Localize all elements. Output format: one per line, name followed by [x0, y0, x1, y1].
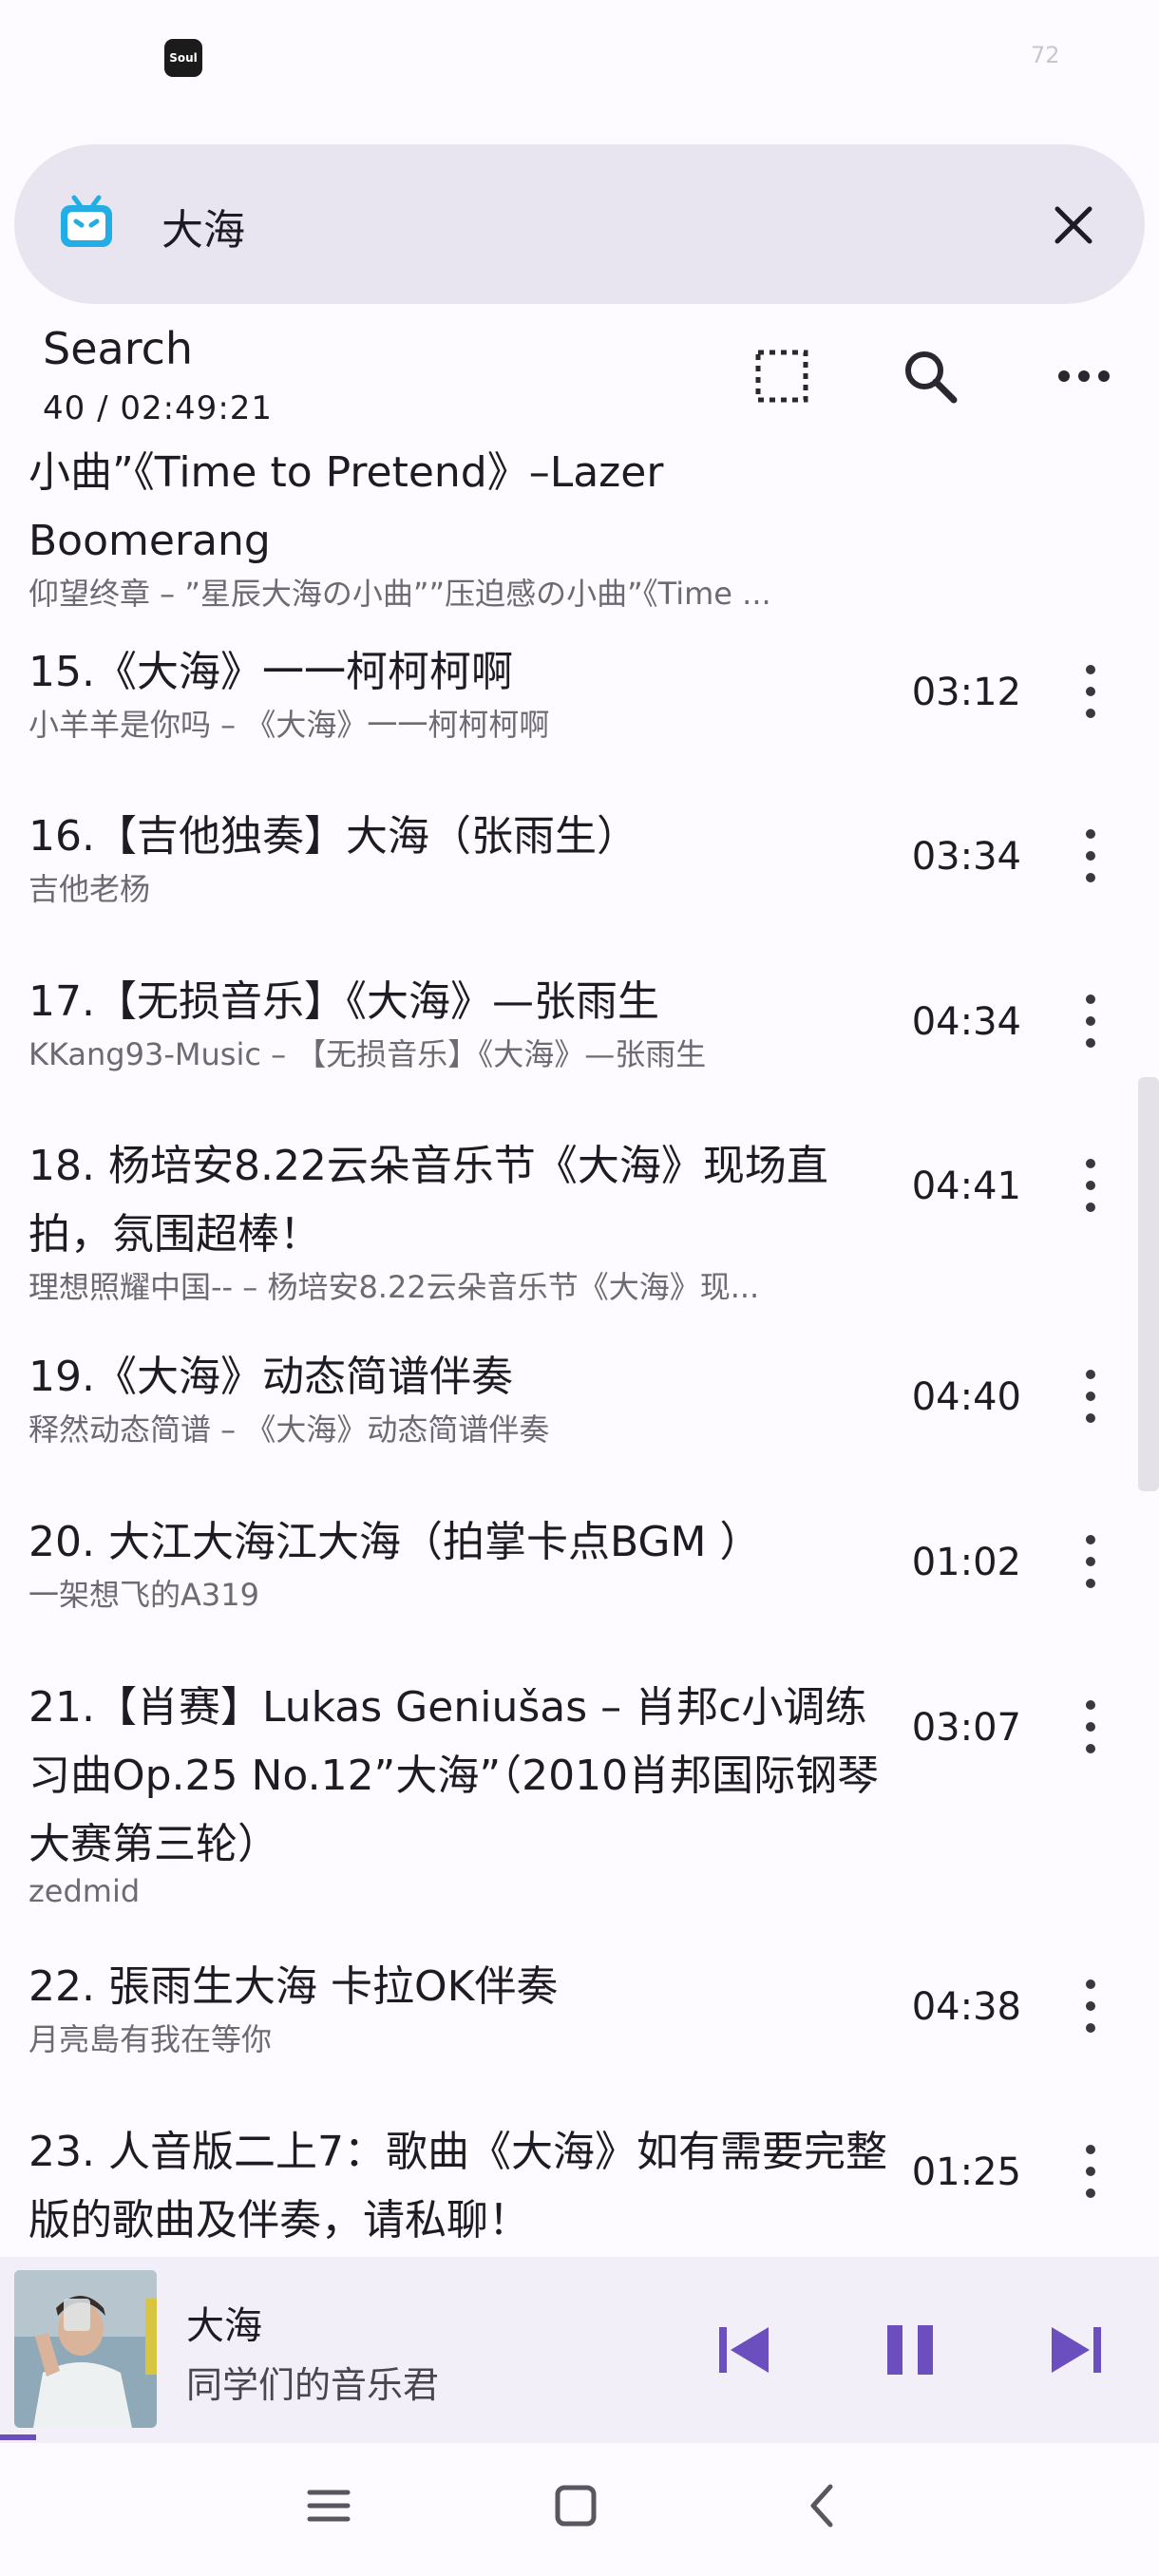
result-count-duration: 40 / 02:49:21	[43, 389, 274, 427]
list-item[interactable]: 19.《大海》动态简谱伴奏 释然动态简谱 – 《大海》动态简谱伴奏 04:40	[0, 1343, 1159, 1495]
item-more-icon[interactable]	[1074, 2145, 1108, 2198]
item-subtitle: 理想照耀中国-- – 杨培安8.22云朵音乐节《大海》现...	[28, 1269, 760, 1305]
list-item[interactable]: 21.【肖赛】Lukas Geniušas – 肖邦c小调练习曲Op.25 No…	[0, 1674, 1159, 1940]
list-item[interactable]: 小曲”《Time to Pretend》–Lazer Boomerang 仰望终…	[0, 439, 1159, 619]
battery-level: 72	[1031, 42, 1060, 68]
item-more-icon[interactable]	[1074, 1700, 1108, 1753]
item-title: 22. 張雨生大海 卡拉OK伴奏	[28, 1962, 559, 2011]
item-title: 19.《大海》动态简谱伴奏	[28, 1353, 513, 1401]
item-title: 18. 杨培安8.22云朵音乐节《大海》现场直拍，氛围超棒！	[28, 1142, 828, 1259]
list-item[interactable]: 20. 大江大海江大海（拍掌卡点BGM ） 一架想飞的A319 01:02	[0, 1508, 1159, 1660]
status-bar: Soul 72	[0, 0, 1159, 114]
item-duration: 03:07	[911, 1706, 1021, 1750]
item-subtitle: KKang93-Music – 【无损音乐】《大海》—张雨生	[28, 1036, 707, 1072]
system-nav-bar	[0, 2443, 1159, 2576]
item-subtitle: 一架想飞的A319	[28, 1577, 259, 1613]
bilibili-icon	[61, 195, 112, 247]
list-item[interactable]: 23. 人音版二上7：歌曲《大海》如有需要完整版的歌曲及伴奏，请私聊！ 01:2…	[0, 2118, 1159, 2257]
more-options-icon[interactable]	[1054, 347, 1113, 406]
skip-next-icon[interactable]	[1038, 2312, 1114, 2388]
item-more-icon[interactable]	[1074, 1370, 1108, 1423]
search-bar[interactable]: 大海	[14, 144, 1145, 304]
item-subtitle: 仰望终章 – ”星辰大海の小曲””压迫感の小曲”《Time ...	[28, 576, 771, 612]
page-title: Search	[43, 323, 194, 374]
now-playing-artist: 同学们的音乐君	[186, 2364, 440, 2406]
close-icon[interactable]	[1050, 201, 1097, 249]
item-subtitle: 吉他老杨	[28, 871, 151, 907]
scrollbar[interactable]	[1138, 1077, 1159, 1491]
item-subtitle: 释然动态简谱 – 《大海》动态简谱伴奏	[28, 1411, 550, 1448]
item-duration: 04:40	[911, 1375, 1021, 1419]
item-title: 23. 人音版二上7：歌曲《大海》如有需要完整版的歌曲及伴奏，请私聊！	[28, 2128, 887, 2245]
list-item[interactable]: 15.《大海》一一柯柯柯啊 小羊羊是你吗 – 《大海》一一柯柯柯啊 03:12	[0, 638, 1159, 790]
results-list[interactable]: 小曲”《Time to Pretend》–Lazer Boomerang 仰望终…	[0, 439, 1159, 2257]
item-title: 17.【无损音乐】《大海》—张雨生	[28, 977, 659, 1026]
item-more-icon[interactable]	[1074, 829, 1108, 882]
item-title: 16.【吉他独奏】大海（张雨生）	[28, 812, 638, 861]
list-item[interactable]: 18. 杨培安8.22云朵音乐节《大海》现场直拍，氛围超棒！ 理想照耀中国-- …	[0, 1132, 1159, 1332]
item-more-icon[interactable]	[1074, 1979, 1108, 2033]
list-item[interactable]: 17.【无损音乐】《大海》—张雨生 KKang93-Music – 【无损音乐】…	[0, 968, 1159, 1120]
select-all-icon[interactable]	[752, 347, 811, 406]
menu-icon[interactable]	[300, 2477, 357, 2534]
item-title: 21.【肖赛】Lukas Geniušas – 肖邦c小调练习曲Op.25 No…	[28, 1683, 880, 1868]
search-icon[interactable]	[901, 347, 960, 406]
album-cover	[14, 2270, 157, 2428]
item-duration: 03:12	[911, 671, 1021, 714]
item-subtitle: zedmid	[28, 1873, 141, 1909]
home-icon[interactable]	[547, 2477, 604, 2534]
item-more-icon[interactable]	[1074, 1159, 1108, 1212]
item-title: 15.《大海》一一柯柯柯啊	[28, 648, 513, 696]
item-title: 小曲”《Time to Pretend》–Lazer Boomerang	[28, 448, 664, 565]
item-more-icon[interactable]	[1074, 994, 1108, 1048]
item-subtitle: 小羊羊是你吗 – 《大海》一一柯柯柯啊	[28, 707, 550, 743]
item-title: 20. 大江大海江大海（拍掌卡点BGM ）	[28, 1518, 762, 1566]
list-item[interactable]: 16.【吉他独奏】大海（张雨生） 吉他老杨 03:34	[0, 803, 1159, 955]
item-more-icon[interactable]	[1074, 665, 1108, 718]
search-input[interactable]: 大海	[162, 196, 245, 256]
item-duration: 03:34	[911, 835, 1021, 879]
list-item[interactable]: 22. 張雨生大海 卡拉OK伴奏 月亮島有我在等你 04:38	[0, 1953, 1159, 2105]
item-duration: 01:25	[911, 2150, 1021, 2194]
item-duration: 01:02	[911, 1541, 1021, 1584]
mini-player[interactable]: 大海 同学们的音乐君	[0, 2257, 1159, 2443]
back-icon[interactable]	[794, 2477, 851, 2534]
soul-app-icon: Soul	[164, 39, 202, 77]
now-playing-title: 大海	[186, 2304, 262, 2348]
playback-progress	[0, 2434, 36, 2440]
item-subtitle: 月亮島有我在等你	[28, 2021, 273, 2057]
item-duration: 04:34	[911, 1000, 1021, 1044]
item-duration: 04:41	[911, 1165, 1021, 1208]
item-more-icon[interactable]	[1074, 1535, 1108, 1588]
pause-icon[interactable]	[872, 2312, 948, 2388]
skip-previous-icon[interactable]	[706, 2312, 782, 2388]
item-duration: 04:38	[911, 1985, 1021, 2029]
